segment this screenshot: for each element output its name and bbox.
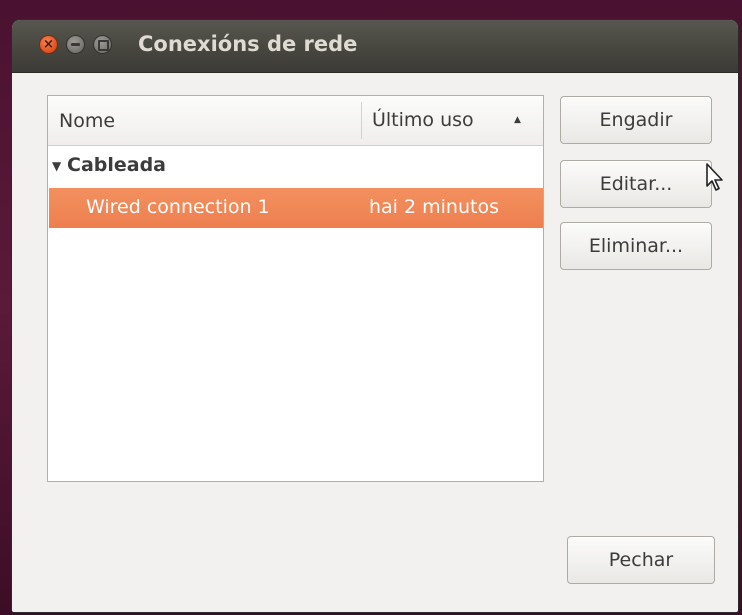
titlebar[interactable]: × Conexións de rede	[12, 20, 738, 73]
expander-down-icon[interactable]: ▼	[52, 159, 61, 173]
minimize-icon	[71, 43, 80, 46]
mouse-pointer-icon	[706, 163, 723, 191]
connection-name: Wired connection 1	[86, 196, 270, 218]
minimize-window-button[interactable]	[66, 35, 85, 54]
column-separator	[361, 102, 362, 139]
window-title: Conexións de rede	[138, 32, 358, 56]
network-connections-window: × Conexións de rede Nome Último uso ▲ ▼ …	[12, 20, 738, 612]
delete-button[interactable]: Eliminar...	[560, 222, 712, 270]
list-header: Nome Último uso ▲	[48, 96, 543, 146]
edit-button[interactable]: Editar...	[560, 160, 712, 208]
column-header-last-used[interactable]: Último uso	[372, 109, 474, 131]
close-icon: ×	[43, 37, 54, 52]
column-header-name[interactable]: Nome	[59, 110, 115, 132]
connection-row-selected[interactable]: Wired connection 1 hai 2 minutos	[49, 188, 543, 228]
add-button[interactable]: Engadir	[560, 96, 712, 144]
maximize-icon	[98, 40, 109, 51]
sort-ascending-icon: ▲	[514, 115, 521, 125]
close-button[interactable]: Pechar	[567, 536, 715, 584]
group-row-wired[interactable]: ▼ Cableada	[48, 149, 543, 185]
group-label: Cableada	[67, 154, 167, 176]
connections-list[interactable]: Nome Último uso ▲ ▼ Cableada Wired conne…	[47, 95, 544, 482]
maximize-window-button[interactable]	[93, 35, 112, 54]
close-window-button[interactable]: ×	[39, 35, 58, 54]
connection-last-used: hai 2 minutos	[369, 196, 499, 218]
